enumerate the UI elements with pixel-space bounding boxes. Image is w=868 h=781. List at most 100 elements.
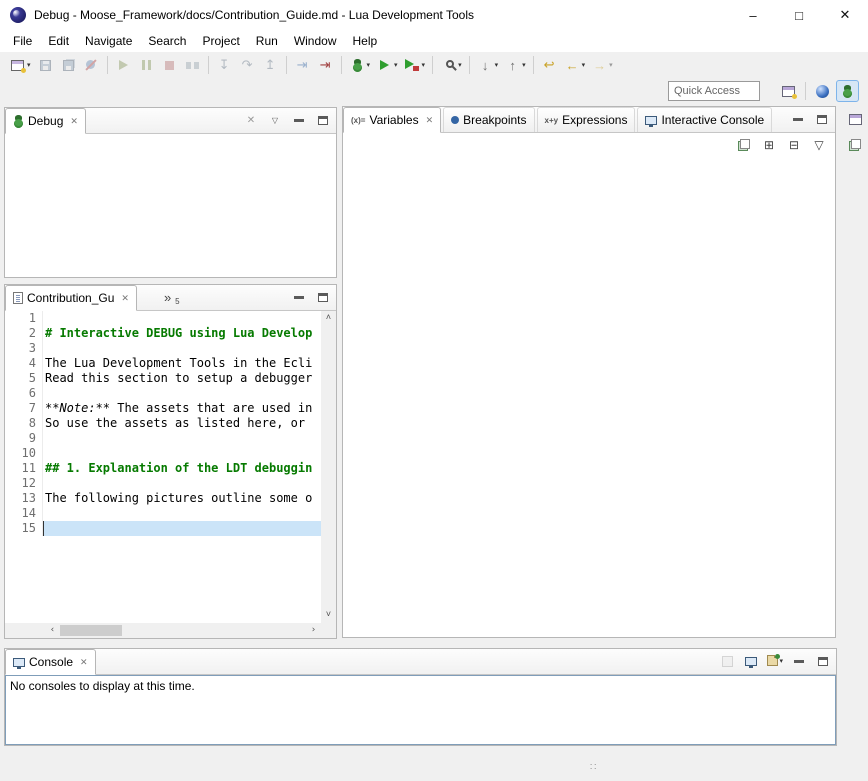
last-edit-location-button[interactable]: ↩	[539, 54, 560, 76]
dropdown-arrow-icon[interactable]: ▾	[495, 61, 499, 69]
run-as-button[interactable]: ▾	[374, 54, 400, 76]
restore-minimized-view-button[interactable]	[846, 110, 864, 128]
tab-interactive-console[interactable]: Interactive Console	[637, 107, 772, 132]
menu-project[interactable]: Project	[194, 31, 247, 51]
menu-search[interactable]: Search	[140, 31, 194, 51]
editor-vertical-scrollbar[interactable]: ˄ ˅	[321, 311, 336, 623]
editor-line[interactable]: 13The following pictures outline some o	[5, 491, 321, 506]
editor-line[interactable]: 11## 1. Explanation of the LDT debuggin	[5, 461, 321, 476]
editor-line[interactable]: 3	[5, 341, 321, 356]
skip-all-breakpoints-button[interactable]	[81, 54, 102, 76]
dropdown-arrow-icon[interactable]: ▾	[394, 61, 398, 69]
scrollbar-thumb[interactable]	[60, 625, 122, 636]
save-all-button[interactable]	[58, 54, 79, 76]
dropdown-arrow-icon[interactable]: ▾	[422, 61, 426, 69]
menu-navigate[interactable]: Navigate	[77, 31, 140, 51]
debug-perspective-button[interactable]	[836, 80, 859, 102]
minimize-button[interactable]	[791, 653, 807, 669]
editor-lines[interactable]: 12# Interactive DEBUG using Lua Develop3…	[5, 311, 321, 623]
new-wizard-button[interactable]: ▾	[7, 54, 33, 76]
open-perspective-button[interactable]	[777, 80, 800, 102]
maximize-button[interactable]	[815, 653, 831, 669]
remove-all-terminated-button[interactable]: ✕	[243, 112, 259, 128]
dropdown-arrow-icon[interactable]: ▾	[779, 657, 783, 665]
window-maximize-button[interactable]: □	[776, 0, 822, 30]
clear-console-button[interactable]	[719, 653, 735, 669]
menu-run[interactable]: Run	[248, 31, 286, 51]
editor-line[interactable]: 9	[5, 431, 321, 446]
minimize-button[interactable]	[291, 112, 307, 128]
drop-to-frame-button[interactable]: ⇥	[292, 54, 313, 76]
scroll-left-icon[interactable]: ‹	[45, 623, 60, 638]
editor-line[interactable]: 8So use the assets as listed here, or	[5, 416, 321, 431]
search-button[interactable]: ▾	[438, 54, 464, 76]
editor-horizontal-scrollbar[interactable]: ‹ ›	[45, 623, 321, 638]
resize-grip[interactable]: ∷	[590, 762, 596, 773]
close-icon[interactable]: ✕	[121, 293, 129, 304]
collapse-all-button[interactable]: ⊟	[786, 137, 802, 153]
window-minimize-button[interactable]: –	[730, 0, 776, 30]
terminate-button[interactable]	[159, 54, 180, 76]
tab-breakpoints[interactable]: Breakpoints	[443, 107, 534, 132]
external-tools-button[interactable]: ▾	[402, 54, 428, 76]
step-return-button[interactable]: ↥	[260, 54, 281, 76]
forward-button[interactable]: →▾	[589, 54, 615, 76]
tab-expressions[interactable]: x+yExpressions	[537, 107, 636, 132]
scroll-down-icon[interactable]: ˅	[321, 608, 336, 623]
open-console-button[interactable]: ▾	[767, 653, 783, 669]
editor-line[interactable]: 15	[5, 521, 321, 536]
back-button[interactable]: ←▾	[562, 54, 588, 76]
menu-file[interactable]: File	[5, 31, 40, 51]
console-content[interactable]: No consoles to display at this time.	[5, 675, 836, 745]
editor-line[interactable]: 6	[5, 386, 321, 401]
close-icon[interactable]: ✕	[80, 657, 88, 668]
dropdown-arrow-icon[interactable]: ▾	[458, 61, 462, 69]
dropdown-arrow-icon[interactable]: ▾	[27, 61, 31, 69]
debug-view-content[interactable]	[5, 134, 336, 277]
variables-view-content[interactable]	[343, 157, 835, 637]
menu-window[interactable]: Window	[286, 31, 345, 51]
step-over-button[interactable]: ↷	[237, 54, 258, 76]
close-icon[interactable]: ✕	[426, 115, 434, 126]
close-icon[interactable]: ✕	[70, 116, 78, 127]
tab-contribution-guide[interactable]: Contribution_Gu ✕	[5, 285, 137, 311]
tab-overflow-button[interactable]: » 5	[157, 285, 187, 310]
dropdown-arrow-icon[interactable]: ▾	[522, 61, 526, 69]
maximize-button[interactable]	[315, 112, 331, 128]
view-menu-button[interactable]: ▽	[811, 137, 827, 153]
dropdown-arrow-icon[interactable]: ▾	[609, 61, 613, 69]
step-into-button[interactable]: ↧	[214, 54, 235, 76]
show-logical-structure-button[interactable]	[736, 137, 752, 153]
editor-line[interactable]: 5Read this section to setup a debugger	[5, 371, 321, 386]
restore-minimized-stack-button[interactable]	[846, 136, 864, 154]
display-selected-console-button[interactable]	[743, 653, 759, 669]
editor-line[interactable]: 1	[5, 311, 321, 326]
editor-line[interactable]: 12	[5, 476, 321, 491]
quick-access-input[interactable]: Quick Access	[668, 81, 760, 101]
menu-edit[interactable]: Edit	[40, 31, 77, 51]
debug-as-button[interactable]: ▾	[347, 54, 373, 76]
window-close-button[interactable]: ✕	[822, 0, 868, 30]
tab-console[interactable]: Console ✕	[5, 649, 96, 675]
scroll-up-icon[interactable]: ˄	[321, 311, 336, 326]
scroll-right-icon[interactable]: ›	[306, 623, 321, 638]
editor-line[interactable]: 7**Note:** The assets that are used in	[5, 401, 321, 416]
maximize-button[interactable]	[315, 289, 331, 305]
resume-button[interactable]	[113, 54, 134, 76]
minimize-button[interactable]	[790, 111, 806, 127]
suspend-button[interactable]	[136, 54, 157, 76]
maximize-button[interactable]	[814, 111, 830, 127]
view-menu-button[interactable]: ▽	[267, 112, 283, 128]
disconnect-button[interactable]	[182, 54, 203, 76]
save-button[interactable]	[35, 54, 56, 76]
dropdown-arrow-icon[interactable]: ▾	[582, 61, 586, 69]
tab-variables[interactable]: (x)=Variables✕	[343, 107, 441, 133]
next-annotation-button[interactable]: ↓▾	[475, 54, 501, 76]
editor-line[interactable]: 2# Interactive DEBUG using Lua Develop	[5, 326, 321, 341]
dropdown-arrow-icon[interactable]: ▾	[367, 61, 371, 69]
menu-help[interactable]: Help	[345, 31, 386, 51]
ldt-perspective-button[interactable]	[811, 80, 834, 102]
editor-line[interactable]: 10	[5, 446, 321, 461]
editor-line[interactable]: 4The Lua Development Tools in the Ecli	[5, 356, 321, 371]
use-step-filters-button[interactable]: ⇥	[315, 54, 336, 76]
